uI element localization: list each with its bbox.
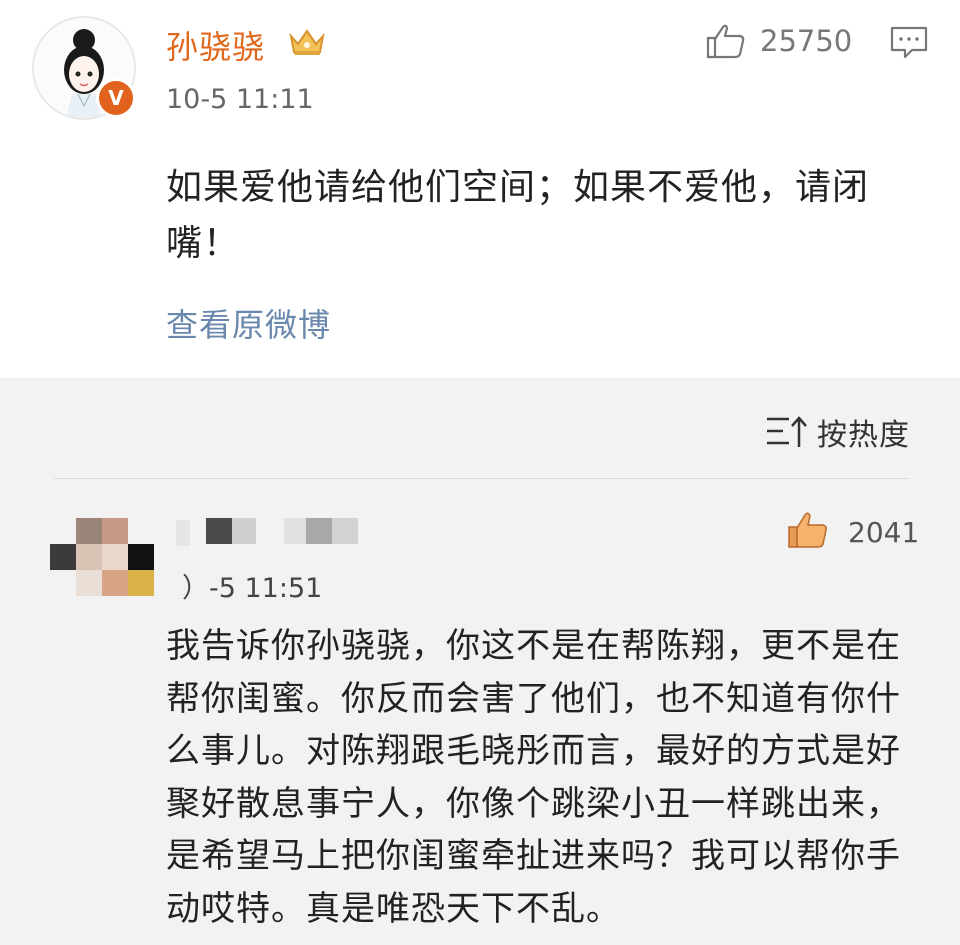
post-text: 如果爱他请给他们空间；如果不爱他，请闭嘴！ — [166, 167, 870, 264]
author-name[interactable]: 孙骁骁 — [166, 22, 265, 68]
post-time: 10-5 11:11 — [166, 84, 314, 115]
comment-like-count: 2041 — [848, 516, 920, 549]
comment-time: ）-5 11:51 — [182, 573, 323, 604]
divider — [54, 478, 910, 479]
comment-icon[interactable] — [890, 26, 928, 60]
author-avatar[interactable]: V — [32, 16, 136, 120]
thumbs-up-icon[interactable] — [786, 510, 830, 550]
sort-label: 按热度 — [817, 418, 910, 453]
commenter-name-redacted[interactable] — [176, 518, 366, 546]
post-like-count: 25750 — [760, 24, 853, 58]
comment-text: 我告诉你孙骁骁，你这不是在帮陈翔，更不是在帮你闺蜜。你反而会害了他们，也不知道有… — [166, 626, 901, 929]
sort-icon — [767, 416, 807, 447]
view-original-link[interactable]: 查看原微博 — [166, 300, 331, 346]
verified-badge: V — [96, 78, 136, 118]
crown-icon — [289, 29, 325, 55]
comment-section: 按热度 ）-5 11:51 2041 我告诉你孙骁骁，你这不是在帮陈翔，更不是在… — [0, 378, 960, 945]
thumbs-up-icon[interactable] — [705, 22, 747, 60]
original-post: V 孙骁骁 10-5 11:11 25750 如果爱他请给他们空间；如果不爱他，… — [0, 0, 960, 378]
commenter-avatar-pixelated[interactable] — [50, 518, 154, 596]
sort-by-hot-button[interactable]: 按热度 — [765, 412, 910, 453]
